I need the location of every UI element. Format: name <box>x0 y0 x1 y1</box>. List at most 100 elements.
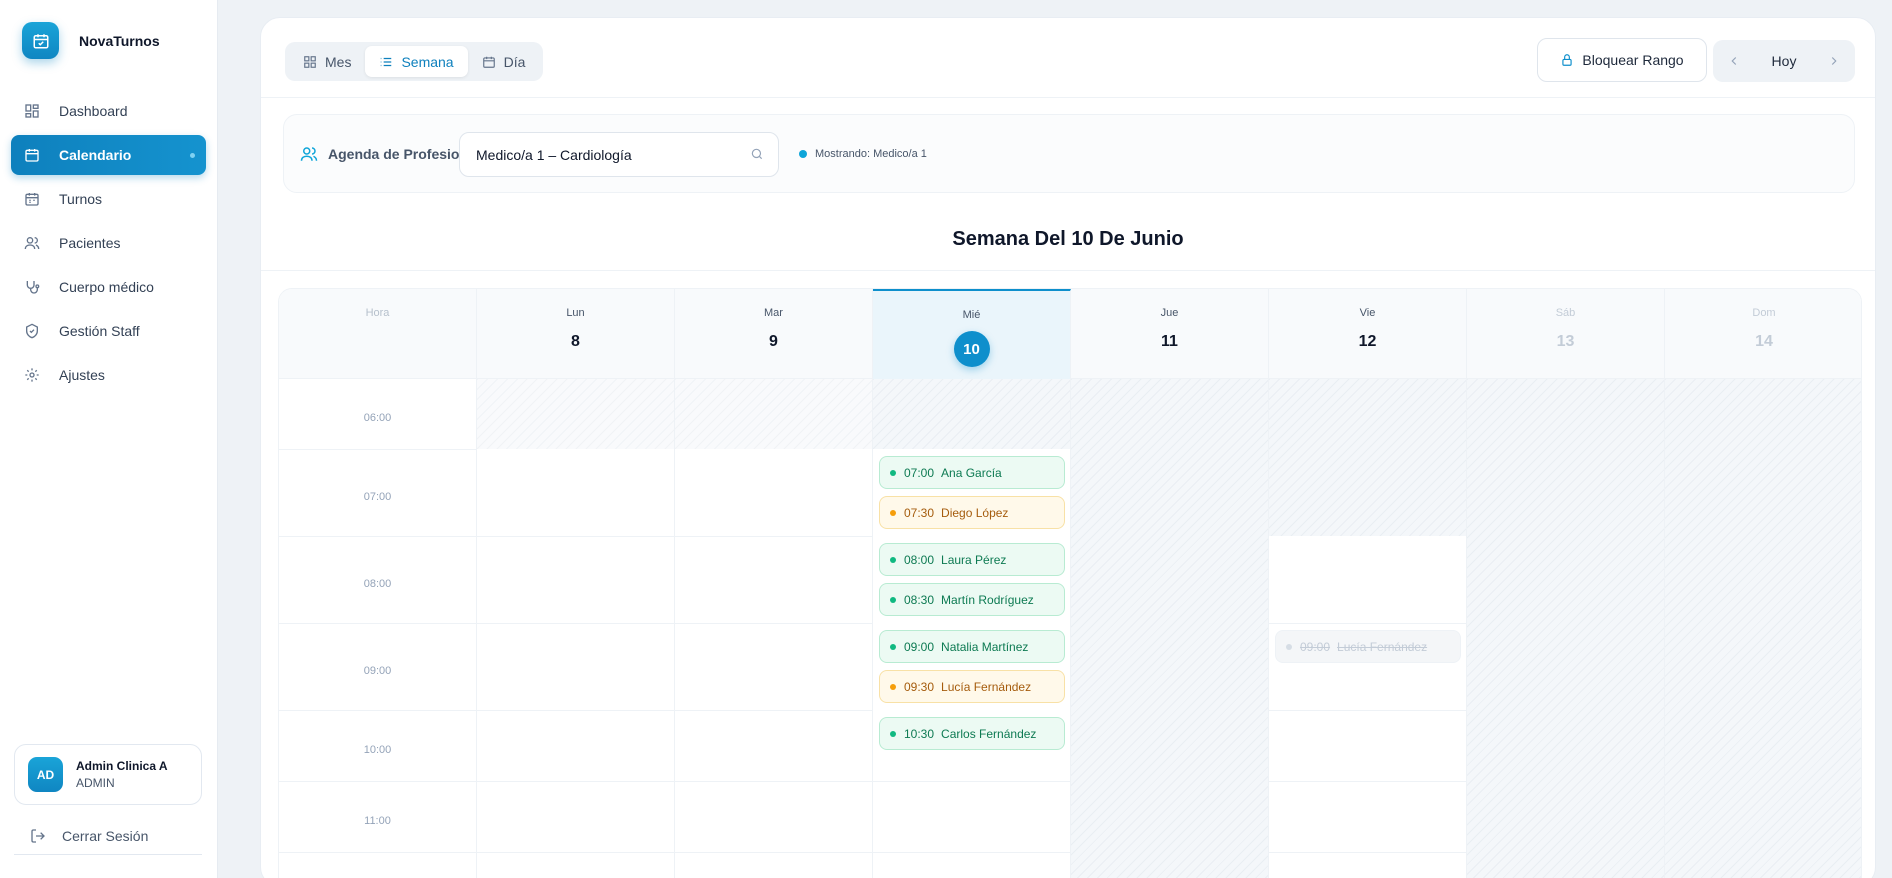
hour-line <box>279 710 476 711</box>
hour-line <box>873 781 1070 782</box>
user-card[interactable]: AD Admin Clinica A ADMIN <box>14 744 202 805</box>
hour-label: 09:00 <box>363 665 392 677</box>
appointment-patient: Laura Pérez <box>941 552 1007 567</box>
appointment-patient: Lucía Fernández <box>941 679 1032 694</box>
brand-name: NovaTurnos <box>79 32 160 49</box>
day-header-mie[interactable]: Mié 10 <box>873 289 1071 379</box>
professional-search-input[interactable]: Medico/a 1 – Cardiología <box>459 132 779 177</box>
appointment-ana-garcia[interactable]: 07:00 Ana García <box>879 456 1065 489</box>
day-header-sab[interactable]: Sáb 13 <box>1467 289 1665 379</box>
divider <box>261 270 1875 271</box>
view-month-label: Mes <box>325 53 352 70</box>
day-column-mie[interactable]: 07:00 Ana García 07:30 Diego López 08:00… <box>873 379 1071 878</box>
stethoscope-icon <box>23 278 41 296</box>
appointment-patient: Lucía Fernández <box>1337 639 1428 654</box>
hour-label: 08:00 <box>363 578 392 590</box>
status-dot <box>890 730 896 737</box>
hour-line <box>477 781 674 782</box>
day-column-mar[interactable] <box>675 379 873 878</box>
day-number: 9 <box>769 333 778 350</box>
status-dot <box>1286 643 1292 650</box>
view-day-button[interactable]: Día <box>468 46 540 77</box>
sidebar-item-turnos[interactable]: Turnos <box>11 179 206 219</box>
today-badge: 10 <box>953 331 990 367</box>
hour-line <box>1269 623 1466 624</box>
status-dot <box>890 556 896 563</box>
calendar-header: Hora Lun 8 Mar 9 Mié 10 Jue 11 Vie 12 Sá… <box>279 289 1861 379</box>
appointment-cancelled[interactable]: 09:00 Lucía Fernández <box>1275 630 1461 663</box>
hour-line <box>1269 852 1466 853</box>
day-number: 8 <box>571 333 580 350</box>
day-column-dom[interactable] <box>1665 379 1861 878</box>
unavailable-slot <box>1269 379 1466 536</box>
brand[interactable]: NovaTurnos <box>22 22 160 59</box>
appointment-patient: Carlos Fernández <box>941 726 1037 741</box>
day-column-vie[interactable]: 09:00 Lucía Fernández <box>1269 379 1467 878</box>
sidebar: NovaTurnos Dashboard Calendario Turnos P… <box>0 0 218 878</box>
unavailable-slot <box>477 379 674 449</box>
sidebar-item-cuerpo-medico[interactable]: Cuerpo médico <box>11 267 206 307</box>
appointment-natalia-martinez[interactable]: 09:00 Natalia Martínez <box>879 630 1065 663</box>
appointment-time: 10:30 <box>904 726 935 741</box>
sidebar-item-label: Cuerpo médico <box>59 279 154 295</box>
hour-line <box>279 781 476 782</box>
showing-indicator: Mostrando: Medico/a 1 <box>799 148 927 160</box>
sidebar-item-ajustes[interactable]: Ajustes <box>11 355 206 395</box>
today-button[interactable]: Hoy <box>1772 53 1797 69</box>
hour-line <box>477 852 674 853</box>
hour-line <box>675 536 872 537</box>
logout-button[interactable]: Cerrar Sesión <box>14 817 202 855</box>
hour-line <box>477 623 674 624</box>
users-icon <box>23 234 41 252</box>
day-name: Jue <box>1160 307 1179 319</box>
sidebar-item-dashboard[interactable]: Dashboard <box>11 91 206 131</box>
sidebar-item-pacientes[interactable]: Pacientes <box>11 223 206 263</box>
chevron-right-icon[interactable] <box>1827 54 1841 68</box>
shield-icon <box>23 322 41 340</box>
appointment-patient: Martín Rodríguez <box>941 592 1034 607</box>
showing-text: Mostrando: Medico/a 1 <box>815 148 927 160</box>
date-navigation: Hoy <box>1713 40 1855 82</box>
sidebar-item-label: Calendario <box>59 147 132 163</box>
calendar-check-icon <box>22 22 59 59</box>
day-column-jue[interactable] <box>1071 379 1269 878</box>
day-header-mar[interactable]: Mar 9 <box>675 289 873 379</box>
appointment-laura-perez[interactable]: 08:00 Laura Pérez <box>879 543 1065 576</box>
unavailable-slot <box>675 379 872 449</box>
view-month-button[interactable]: Mes <box>289 46 365 77</box>
day-header-dom[interactable]: Dom 14 <box>1665 289 1861 379</box>
day-header-vie[interactable]: Vie 12 <box>1269 289 1467 379</box>
sidebar-item-calendario[interactable]: Calendario <box>11 135 206 175</box>
day-number: 13 <box>1556 333 1575 350</box>
appointment-time: 07:30 <box>904 505 935 520</box>
hour-label: 10:00 <box>363 744 392 756</box>
hour-column-header: Hora <box>279 289 477 379</box>
hour-line <box>1269 710 1466 711</box>
grid-icon <box>303 55 317 69</box>
appointment-time: 08:00 <box>904 552 935 567</box>
day-header-lun[interactable]: Lun 8 <box>477 289 675 379</box>
grid-icon <box>23 102 41 120</box>
chevron-left-icon[interactable] <box>1727 54 1741 68</box>
hour-line <box>477 710 674 711</box>
view-week-button[interactable]: Semana <box>365 46 468 77</box>
appointment-martin-rodriguez[interactable]: 08:30 Martín Rodríguez <box>879 583 1065 616</box>
view-day-label: Día <box>503 53 526 70</box>
block-range-button[interactable]: Bloquear Rango <box>1537 38 1707 82</box>
appointment-time: 09:00 <box>904 639 935 654</box>
day-name: Dom <box>1752 307 1776 319</box>
week-title: Semana Del 10 De Junio <box>952 228 1184 250</box>
logout-icon <box>30 828 46 844</box>
sidebar-item-label: Ajustes <box>59 367 105 383</box>
day-header-jue[interactable]: Jue 11 <box>1071 289 1269 379</box>
day-column-lun[interactable] <box>477 379 675 878</box>
hour-line <box>279 536 476 537</box>
sidebar-item-gestion-staff[interactable]: Gestión Staff <box>11 311 206 351</box>
appointment-diego-lopez[interactable]: 07:30 Diego López <box>879 496 1065 529</box>
appointment-lucia-fernandez[interactable]: 09:30 Lucía Fernández <box>879 670 1065 703</box>
active-indicator <box>190 153 195 158</box>
professional-filter: Agenda de Profesionales Medico/a 1 – Car… <box>283 114 1855 193</box>
hour-line <box>675 781 872 782</box>
day-column-sab[interactable] <box>1467 379 1665 878</box>
appointment-carlos-fernandez[interactable]: 10:30 Carlos Fernández <box>879 717 1065 750</box>
